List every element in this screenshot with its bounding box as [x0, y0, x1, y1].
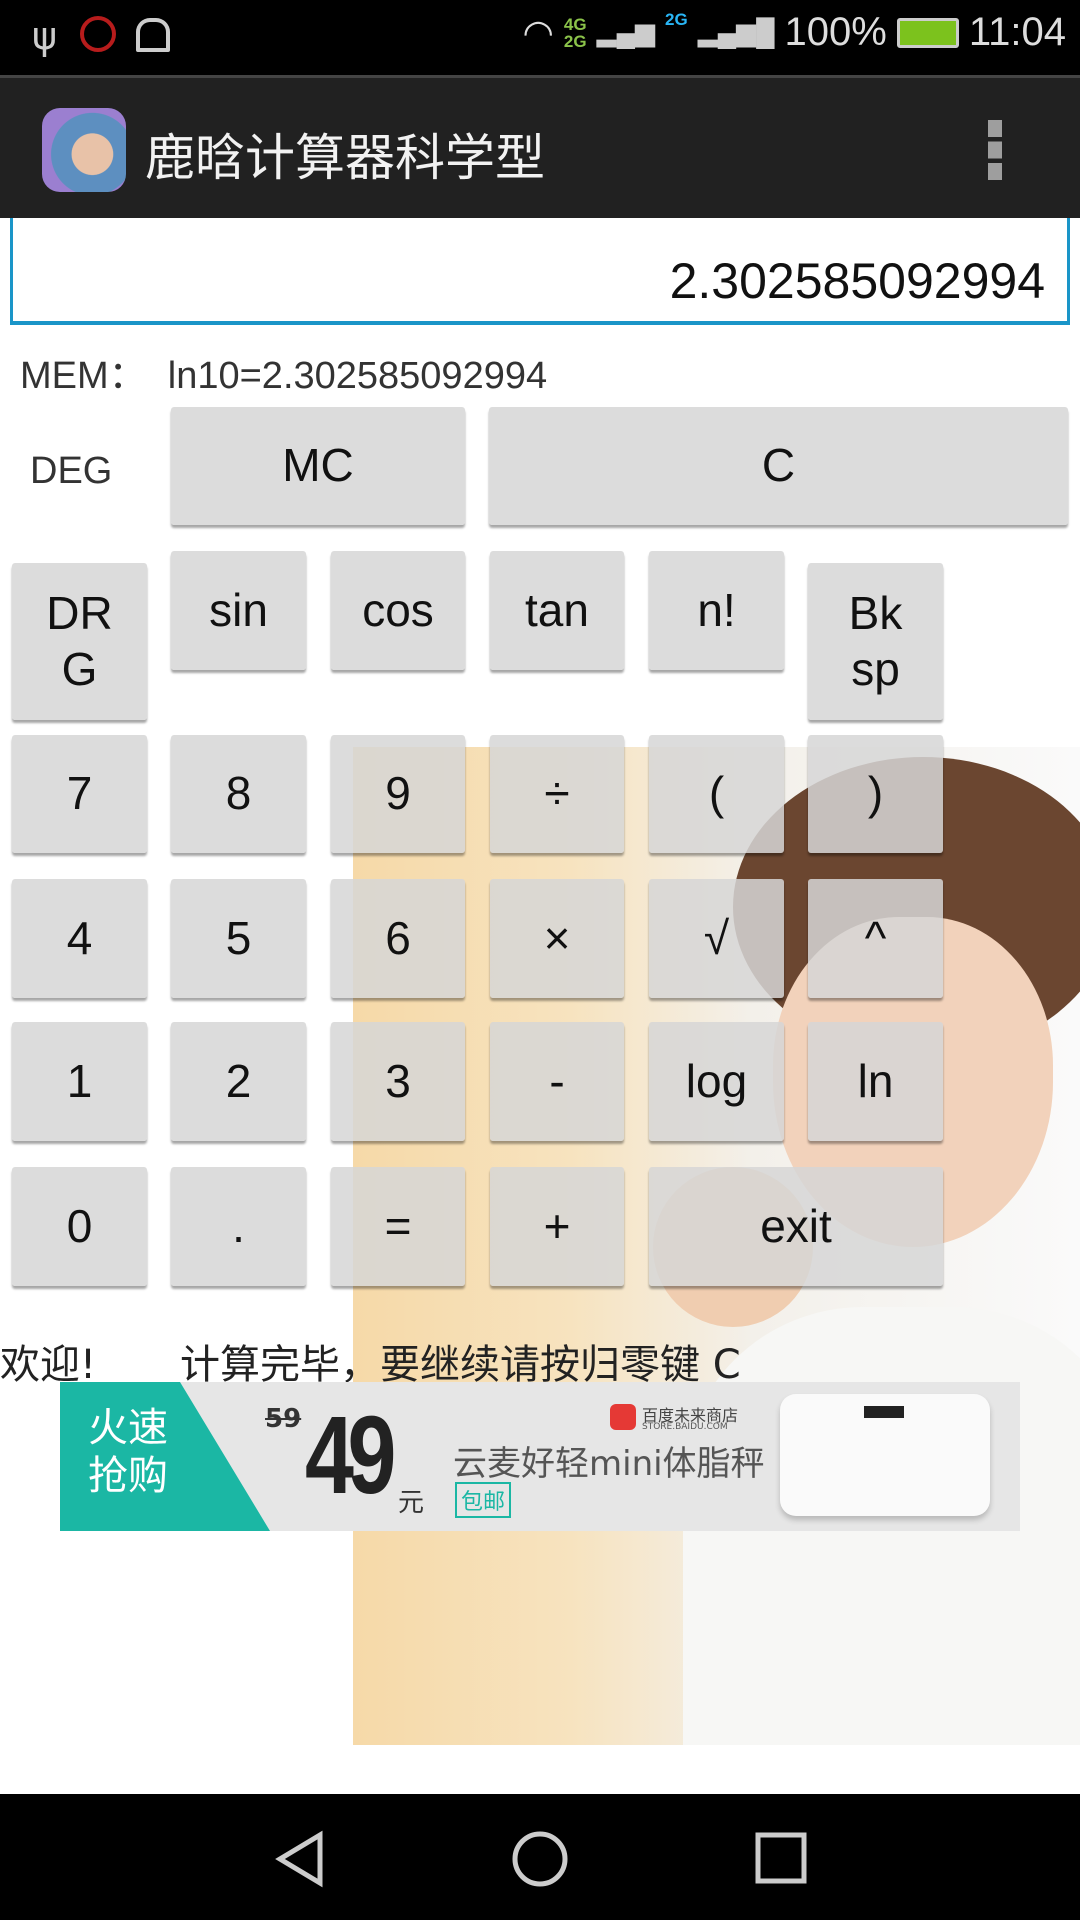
digit-4-button[interactable]: 4 [12, 879, 147, 998]
digit-6-button[interactable]: 6 [331, 879, 465, 998]
network-2g-label: 2G [563, 31, 587, 51]
sqrt-button[interactable]: √ [649, 879, 784, 998]
cos-button[interactable]: cos [331, 551, 465, 670]
wifi-icon: ◠ [522, 11, 554, 53]
app-icon [42, 108, 126, 192]
ad-banner[interactable]: 火速 抢购 59 49 元 百度未来商店 STORE.BAIDU.COM 云麦好… [60, 1382, 1020, 1531]
mc-button[interactable]: MC [171, 407, 465, 525]
backspace-button[interactable]: Bk sp [808, 563, 943, 720]
multiply-button[interactable]: × [490, 879, 624, 998]
subtract-button[interactable]: - [490, 1022, 624, 1141]
digit-0-button[interactable]: 0 [12, 1167, 147, 1286]
ad-product: 云麦好轻mini体脂秤 [453, 1444, 765, 1484]
ad-price-unit: 元 [398, 1488, 425, 1518]
alarm-icon [80, 16, 116, 52]
ad-price: 49 [305, 1394, 397, 1517]
add-button[interactable]: + [490, 1167, 624, 1286]
exit-button[interactable]: exit [649, 1167, 943, 1286]
action-bar: 鹿晗计算器科学型 [0, 75, 1080, 218]
signal-icon: ▂▄▆ [596, 17, 656, 47]
clear-button[interactable]: C [489, 407, 1068, 525]
display-input[interactable]: 2.302585092994 [10, 218, 1070, 325]
status-bar: ψ ◠ 4G 2G ▂▄▆ 2G ▂▄▆█ 100% 11:04 [0, 0, 1080, 75]
memory-text: MEM： ln10=2.302585092994 [20, 355, 548, 397]
usb-icon: ψ [32, 14, 58, 58]
drg-button[interactable]: DR G [12, 563, 147, 720]
app-title: 鹿晗计算器科学型 [145, 129, 545, 187]
home-icon[interactable] [510, 1829, 570, 1889]
ad-shipping: 包邮 [455, 1482, 512, 1518]
ad-tag: 火速 抢购 [88, 1405, 168, 1499]
angle-mode-label: DEG [30, 450, 113, 492]
log-button[interactable]: log [649, 1022, 784, 1141]
digit-5-button[interactable]: 5 [171, 879, 306, 998]
signal-icon-2: ▂▄▆█ [697, 17, 775, 47]
clock: 11:04 [968, 10, 1066, 54]
sin-button[interactable]: sin [171, 551, 306, 670]
display-value: 2.302585092994 [669, 253, 1045, 309]
scale-product-image [780, 1394, 990, 1516]
decimal-button[interactable]: . [171, 1167, 306, 1286]
divide-button[interactable]: ÷ [490, 735, 624, 853]
digit-1-button[interactable]: 1 [12, 1022, 147, 1141]
digit-8-button[interactable]: 8 [171, 735, 306, 853]
open-paren-button[interactable]: ( [649, 735, 784, 853]
close-paren-button[interactable]: ) [808, 735, 943, 853]
overflow-menu-icon[interactable] [988, 120, 1002, 180]
ad-store-url: STORE.BAIDU.COM [642, 1422, 728, 1432]
ln-button[interactable]: ln [808, 1022, 943, 1141]
digit-9-button[interactable]: 9 [331, 735, 465, 853]
navigation-bar [0, 1794, 1080, 1920]
ad-store-logo-icon [610, 1404, 636, 1430]
battery-percent: 100% [784, 10, 887, 54]
ad-old-price: 59 [265, 1404, 302, 1434]
digit-3-button[interactable]: 3 [331, 1022, 465, 1141]
battery-icon [896, 17, 959, 48]
factorial-button[interactable]: n! [649, 551, 784, 670]
digit-2-button[interactable]: 2 [171, 1022, 306, 1141]
power-button[interactable]: ^ [808, 879, 943, 998]
recents-icon[interactable] [752, 1829, 812, 1889]
equals-button[interactable]: = [331, 1167, 465, 1286]
tan-button[interactable]: tan [490, 551, 624, 670]
android-icon [136, 18, 170, 52]
back-icon[interactable] [270, 1829, 330, 1889]
signal-4g: 4G 2G [564, 16, 587, 50]
digit-7-button[interactable]: 7 [12, 735, 147, 853]
network-2g-label-b: 2G [665, 10, 688, 29]
network-4g-label: 4G [563, 14, 587, 34]
